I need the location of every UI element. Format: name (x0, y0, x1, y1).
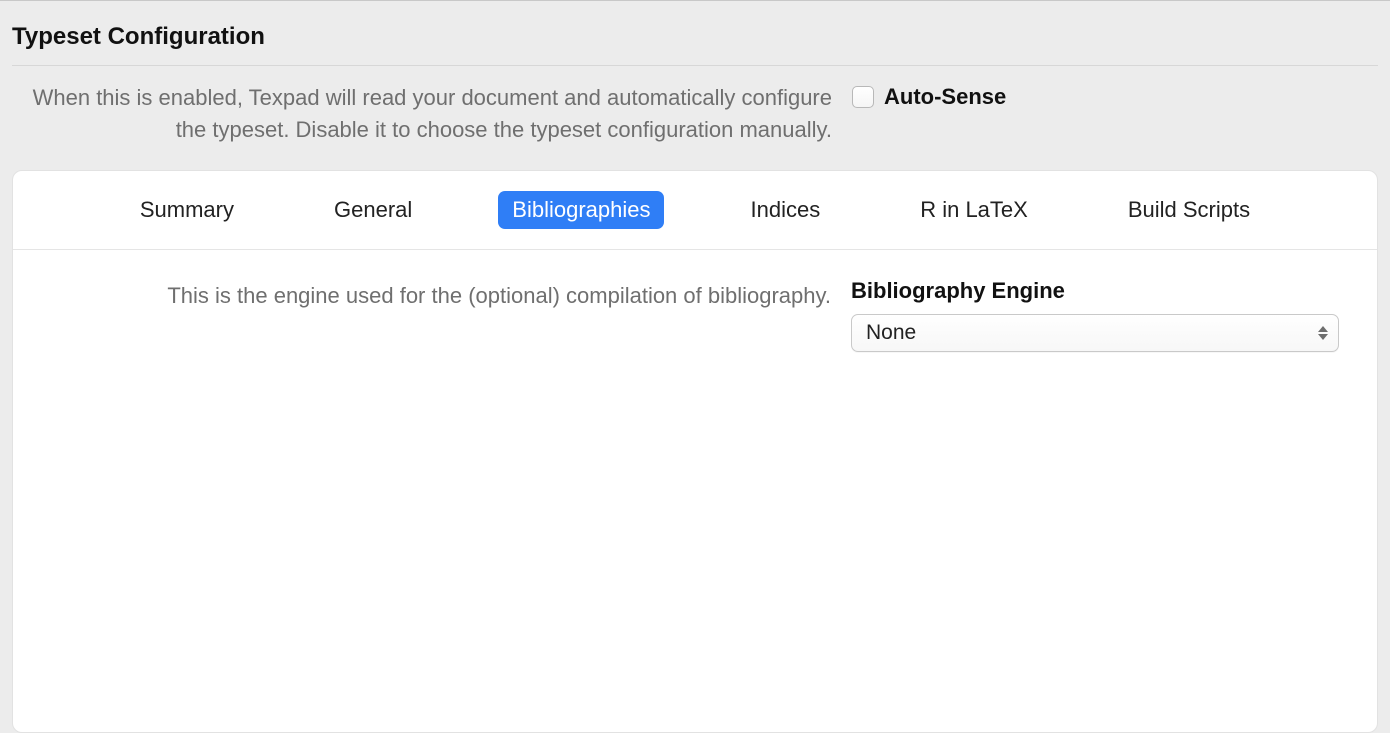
tab-bibliographies[interactable]: Bibliographies (498, 191, 664, 229)
auto-sense-label: Auto-Sense (884, 84, 1006, 110)
bibliography-engine-label: Bibliography Engine (851, 278, 1339, 304)
auto-sense-control: Auto-Sense (852, 82, 1006, 110)
auto-sense-row: When this is enabled, Texpad will read y… (12, 66, 1378, 170)
chevron-up-down-icon (1318, 326, 1328, 340)
section-title: Typeset Configuration (12, 1, 1378, 66)
auto-sense-description: When this is enabled, Texpad will read y… (12, 82, 832, 146)
tab-build-scripts[interactable]: Build Scripts (1114, 191, 1264, 229)
panel-body: This is the engine used for the (optiona… (13, 250, 1377, 732)
bibliography-engine-block: Bibliography Engine None (851, 278, 1339, 352)
auto-sense-checkbox[interactable] (852, 86, 874, 108)
bibliography-description: This is the engine used for the (optiona… (51, 278, 831, 312)
typeset-configuration-section: Typeset Configuration When this is enabl… (0, 0, 1390, 733)
config-panel: Summary General Bibliographies Indices R… (12, 170, 1378, 733)
tab-general[interactable]: General (320, 191, 426, 229)
tab-summary[interactable]: Summary (126, 191, 248, 229)
tab-bar: Summary General Bibliographies Indices R… (13, 171, 1377, 250)
tab-indices[interactable]: Indices (736, 191, 834, 229)
tab-r-in-latex[interactable]: R in LaTeX (906, 191, 1042, 229)
bibliography-engine-value: None (866, 321, 916, 345)
bibliography-engine-select[interactable]: None (851, 314, 1339, 352)
